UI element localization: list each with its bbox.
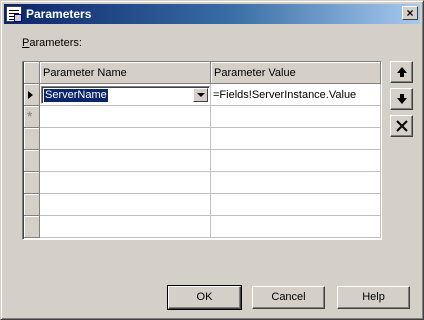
arrow-up-icon <box>397 67 407 77</box>
move-up-button[interactable] <box>390 61 413 83</box>
help-button[interactable]: Help <box>337 286 410 309</box>
empty-row <box>24 128 381 150</box>
parameter-value: =Fields!ServerInstance.Value <box>213 89 357 101</box>
parameter-value-cell[interactable]: =Fields!ServerInstance.Value <box>211 84 381 106</box>
current-row-arrow-icon <box>28 91 33 99</box>
empty-cell <box>40 172 211 194</box>
arrow-down-icon <box>397 94 407 104</box>
parameter-name-combobox[interactable]: ServerName <box>41 86 210 104</box>
delete-x-icon <box>396 120 408 132</box>
ok-button[interactable]: OK <box>167 285 242 310</box>
empty-cell <box>211 128 381 150</box>
new-row-selector[interactable]: * <box>24 106 40 128</box>
empty-cell[interactable] <box>211 106 381 128</box>
empty-cell <box>40 150 211 172</box>
empty-cell <box>40 128 211 150</box>
row-selector <box>24 150 40 172</box>
column-header-value[interactable]: Parameter Value <box>211 62 381 84</box>
parameters-grid[interactable]: Parameter Name Parameter Value ServerNam… <box>22 61 382 240</box>
empty-row <box>24 172 381 194</box>
parameter-name-cell[interactable]: ServerName <box>40 84 211 106</box>
dropdown-arrow-icon[interactable] <box>193 88 208 102</box>
corner-cell <box>24 62 40 84</box>
empty-cell <box>211 194 381 216</box>
parameter-name-value: ServerName <box>44 89 108 102</box>
empty-cell <box>40 216 211 238</box>
empty-cell[interactable] <box>40 106 211 128</box>
row-selector[interactable] <box>24 84 40 106</box>
empty-row <box>24 216 381 238</box>
title-bar[interactable]: Parameters × <box>4 4 420 24</box>
app-icon <box>6 6 22 22</box>
move-down-button[interactable] <box>390 88 413 110</box>
window-title: Parameters <box>26 7 92 21</box>
grid-header: Parameter Name Parameter Value <box>24 62 381 84</box>
row-selector <box>24 194 40 216</box>
row-selector <box>24 216 40 238</box>
table-row[interactable]: ServerName =Fields!ServerInstance.Value <box>24 84 381 106</box>
parameters-dialog: Parameters × Parameters: Parameter Name … <box>0 0 424 320</box>
empty-cell <box>211 172 381 194</box>
row-selector <box>24 128 40 150</box>
empty-row <box>24 194 381 216</box>
close-button[interactable]: × <box>402 6 418 20</box>
new-row[interactable]: * <box>24 106 381 128</box>
column-header-name[interactable]: Parameter Name <box>40 62 211 84</box>
cancel-button[interactable]: Cancel <box>252 286 325 309</box>
empty-cell <box>211 150 381 172</box>
empty-cell <box>211 216 381 238</box>
delete-button[interactable] <box>390 115 413 137</box>
new-row-star-icon: * <box>27 108 33 124</box>
empty-cell <box>40 194 211 216</box>
row-selector <box>24 172 40 194</box>
parameters-label: Parameters: <box>22 37 82 49</box>
empty-row <box>24 150 381 172</box>
close-icon: × <box>406 6 414 20</box>
